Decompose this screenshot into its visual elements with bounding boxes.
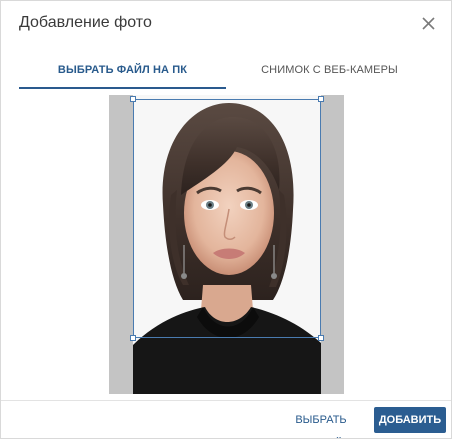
close-icon	[422, 17, 435, 30]
choose-other-button[interactable]: ВЫБРАТЬ ДРУГОЙ	[273, 408, 369, 432]
close-button[interactable]	[417, 12, 441, 36]
tab-webcam-snapshot[interactable]: СНИМОК С ВЕБ-КАМЕРЫ	[226, 51, 433, 87]
tab-upload-from-pc[interactable]: ВЫБРАТЬ ФАЙЛ НА ПК	[19, 51, 226, 89]
crop-handle-top-right[interactable]	[318, 96, 324, 102]
crop-handle-top-left[interactable]	[130, 96, 136, 102]
footer-divider	[1, 400, 451, 401]
crop-handle-bottom-right[interactable]	[318, 335, 324, 341]
crop-area[interactable]	[130, 96, 324, 341]
crop-handle-bottom-left[interactable]	[130, 335, 136, 341]
add-button[interactable]: ДОБАВИТЬ	[374, 407, 446, 433]
tabs: ВЫБРАТЬ ФАЙЛ НА ПК СНИМОК С ВЕБ-КАМЕРЫ	[19, 51, 433, 89]
photo-preview	[109, 95, 344, 394]
dialog-title: Добавление фото	[19, 14, 152, 31]
add-photo-dialog: Добавление фото ВЫБРАТЬ ФАЙЛ НА ПК СНИМО…	[0, 0, 452, 439]
